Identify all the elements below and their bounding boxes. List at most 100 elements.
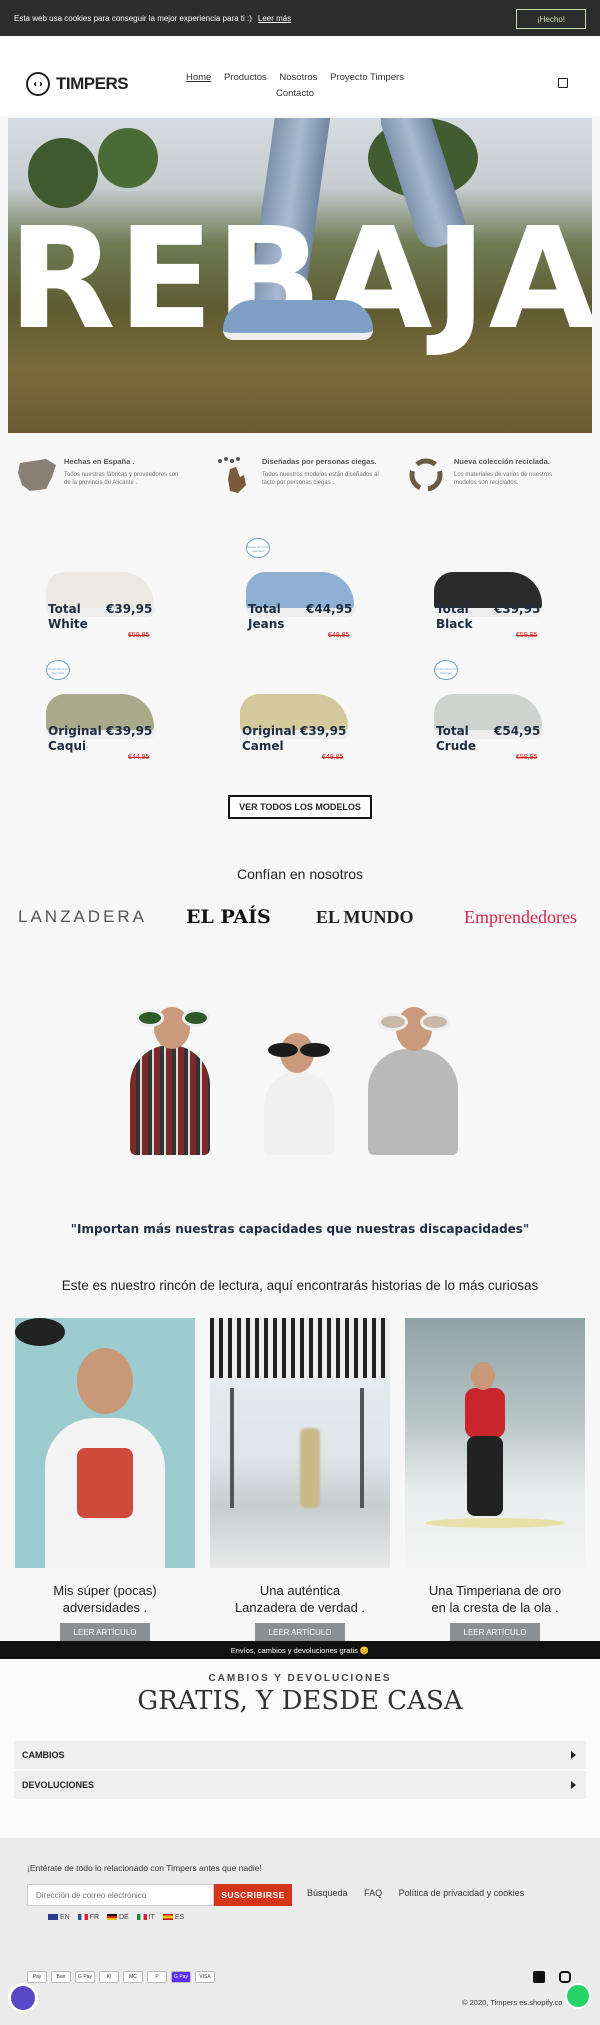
spain-map-icon [18,459,56,491]
payment-icon: G Pay [171,1971,191,1983]
footer-links: Búsqueda FAQ Política de privacidad y co… [307,1888,538,1898]
product-name[interactable]: Original Camel [242,724,296,754]
nav-proyecto[interactable]: Proyecto Timpers [330,72,404,83]
cookie-bar: Esta web usa cookies para conseguir la m… [0,0,600,36]
language-selector: EN FR DE IT ES [48,1914,190,1921]
product-name[interactable]: Original Caqui [48,724,102,754]
payment-icon: G Pay [75,1971,95,1983]
product-name[interactable]: Total White [48,602,88,632]
lang-en[interactable]: EN [48,1914,70,1921]
product-name[interactable]: Total Crude [436,724,476,754]
footer-link-privacy[interactable]: Política de privacidad y cookies [399,1888,525,1898]
article-card[interactable]: Una Timperiana de oro en la cresta de la … [405,1318,585,1641]
product-price: €39,95 [106,724,153,738]
read-article-button[interactable]: LEER ARTÍCULO [450,1623,540,1641]
payment-icon: Ban [51,1971,71,1983]
nav-productos[interactable]: Productos [224,72,267,83]
press-logo-elpais: EL PAÍS [186,906,271,928]
feature-title: Hechas en España . [64,457,135,466]
article-card[interactable]: Mis súper (pocas) adversidades . LEER ART… [15,1318,195,1641]
cookie-accept-button[interactable]: ¡Hecho! [516,9,586,29]
product-name[interactable]: Total Black [436,602,472,632]
mission-quote: "Importan más nuestras capacidades que n… [70,1222,530,1236]
product-price: €54,95 [494,724,541,738]
lang-it[interactable]: IT [136,1914,155,1921]
person-shape [130,1045,210,1155]
press-logo-lanzadera: LANZADERA [18,907,148,926]
product-card[interactable]: Global Recycled Standard Original Caqui €39… [40,660,160,775]
lang-de[interactable]: DE [106,1914,129,1921]
product-name[interactable]: Total Jeans [248,602,284,632]
accessibility-icon[interactable] [8,1983,38,2013]
site-header: ◖◗ TIMPERS Home Productos Nosotros Proye… [0,36,600,116]
article-card[interactable]: Una auténtica Lanzadera de verdad . LEER … [210,1318,390,1641]
feature-item: Diseñadas por personas ciegas. Todos nue… [214,455,384,499]
hero-shoe [223,300,373,340]
facebook-icon[interactable] [533,1971,545,1983]
nav-home[interactable]: Home [186,72,211,83]
view-all-models-button[interactable]: VER TODOS LOS MODELOS [228,795,372,819]
article-image[interactable] [15,1318,195,1568]
shoe-disc [300,1043,330,1057]
footer-link-faq[interactable]: FAQ [364,1888,382,1898]
lang-es[interactable]: ES [162,1914,184,1921]
read-article-button[interactable]: LEER ARTÍCULO [255,1623,345,1641]
product-card[interactable]: Global Recycled Standard Total Jeans €44,95… [240,538,360,653]
cookie-text: Esta web usa cookies para conseguir la m… [14,13,252,23]
recycled-badge-icon: Global Recycled Standard [246,538,270,558]
email-input[interactable] [27,1884,214,1906]
shopping-bag-icon[interactable] [558,78,568,88]
copyright: © 2020, Timpers es.shopify.co [462,1998,563,2007]
shoe-disc [378,1013,408,1031]
product-card[interactable]: Total Black €39,95 €59,95 [428,538,548,653]
article-title[interactable]: Mis súper (pocas) adversidades . [15,1582,195,1616]
shipping-announcement-bar: Envíos, cambios y devoluciones gratis 😊 [0,1641,600,1659]
cookie-more-link[interactable]: Leer más [258,14,291,23]
feature-title: Diseñadas por personas ciegas. [262,457,377,466]
returns-subtitle: CAMBIOS Y DEVOLUCIONES [208,1673,392,1684]
product-card[interactable]: Global Recycled Standard Total Crude €54,95… [428,660,548,775]
press-heading: Confían en nosotros [236,866,364,882]
lang-fr[interactable]: FR [77,1914,99,1921]
shoe-disc [268,1043,298,1057]
payment-icon: MC [123,1971,143,1983]
chevron-right-icon [571,1781,576,1789]
payment-methods: Pay Ban G Pay Kl MC P G Pay VISA [27,1971,215,1983]
nav-contacto[interactable]: Contacto [276,88,314,99]
article-image[interactable] [405,1318,585,1568]
logo-text: TIMPERS [56,74,129,93]
product-card[interactable]: Original Camel €39,95 €49,95 [234,660,354,775]
recycle-icon [409,458,443,492]
product-card[interactable]: Total White €39,95 €59,95 [40,538,160,653]
payment-icon: VISA [195,1971,215,1983]
feature-item: Hechas en España . Todos nuestras fábric… [16,455,186,499]
article-title[interactable]: Una Timperiana de oro en la cresta de la … [405,1582,585,1616]
logo-icon: ◖◗ [26,72,50,96]
feature-text: Todos nuestros modelos están diseñados a… [262,472,379,486]
accordion-cambios[interactable]: CAMBIOS [14,1741,586,1769]
read-article-button[interactable]: LEER ARTÍCULO [60,1623,150,1641]
instagram-icon[interactable] [559,1971,571,1983]
payment-icon: Pay [27,1971,47,1983]
product-old-price: €59,95 [516,632,538,639]
product-price: €39,95 [300,724,347,738]
braille-hand-icon [218,457,246,493]
article-title[interactable]: Una auténtica Lanzadera de verdad . [210,1582,390,1616]
footer-link-busqueda[interactable]: Búsqueda [307,1888,348,1898]
feature-text: Los materiales de varios de nuestros mod… [454,472,553,486]
accordion-devoluciones[interactable]: DEVOLUCIONES [14,1771,586,1799]
product-old-price: €49,95 [322,754,344,761]
newsletter-heading: ¡Entérate de todo lo relacionado con Tim… [27,1863,262,1873]
main-nav: Home Productos Nosotros Proyecto Timpers… [150,70,440,102]
press-logo-elmundo: EL MUNDO [316,906,414,927]
person-shape [368,1049,458,1155]
site-logo[interactable]: ◖◗ TIMPERS [26,72,129,96]
nav-nosotros[interactable]: Nosotros [279,72,317,83]
returns-title: GRATIS, Y DESDE CASA [137,1686,463,1716]
article-image[interactable] [210,1318,390,1568]
hero-banner[interactable]: REBAJAS [8,118,592,433]
feature-text: Todos nuestras fábricas y proveedores so… [64,472,179,486]
whatsapp-icon[interactable] [565,1983,591,2009]
subscribe-button[interactable]: SUSCRIBIRSE [214,1884,292,1906]
feature-item: Nueva colección reciclada. Los materiale… [406,455,576,499]
